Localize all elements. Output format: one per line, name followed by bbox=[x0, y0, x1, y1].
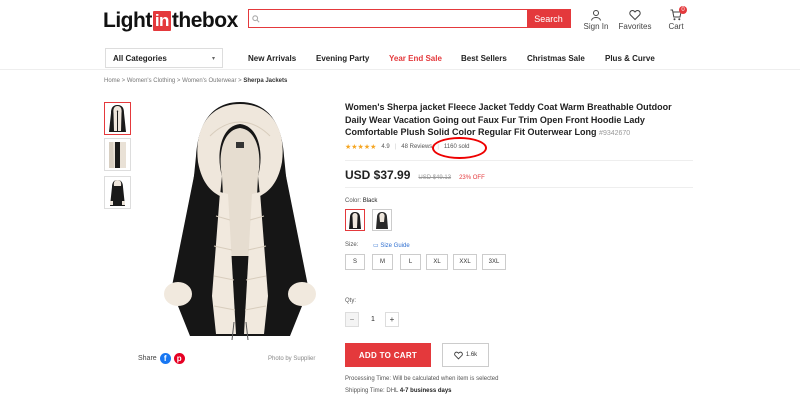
divider bbox=[345, 187, 693, 188]
user-icon bbox=[591, 10, 601, 21]
search-bar bbox=[248, 9, 571, 28]
all-categories-label: All Categories bbox=[113, 53, 167, 63]
size-option-3xl[interactable]: 3XL bbox=[482, 254, 506, 270]
facebook-icon[interactable]: f bbox=[159, 353, 171, 364]
breadcrumb-current: Sherpa Jackets bbox=[243, 78, 288, 84]
current-price: USD $37.99 bbox=[345, 168, 411, 182]
add-to-cart-button[interactable]: ADD TO CART bbox=[345, 343, 431, 367]
nav-year-end-sale[interactable]: Year End Sale bbox=[389, 54, 442, 63]
rating-stars-icon: ★★★★★ bbox=[345, 144, 377, 151]
rating-divider: | bbox=[394, 144, 397, 150]
main-product-image[interactable] bbox=[150, 96, 330, 346]
logo-text-in: in bbox=[152, 11, 171, 31]
color-label-row: Color: Black bbox=[345, 198, 377, 204]
ruler-icon: ▭ bbox=[373, 243, 379, 249]
coat-back-thumbnail-image bbox=[110, 180, 125, 206]
size-option-xxl[interactable]: XXL bbox=[453, 254, 477, 270]
processing-time-row: Processing Time: Will be calculated when… bbox=[345, 376, 498, 382]
heart-icon bbox=[629, 9, 641, 21]
divider bbox=[345, 160, 693, 161]
size-option-xl[interactable]: XL bbox=[426, 254, 448, 270]
color-swatch-black[interactable] bbox=[345, 209, 365, 231]
search-icon bbox=[249, 10, 263, 27]
logo-text-left: Light bbox=[103, 9, 152, 32]
thumbnail-2[interactable] bbox=[104, 138, 131, 171]
color-swatch-image bbox=[376, 212, 388, 229]
cart-label: Cart bbox=[668, 22, 684, 31]
coat-thumbnail-image bbox=[109, 105, 126, 132]
sign-in-label: Sign In bbox=[583, 22, 609, 31]
breadcrumb-sep: > bbox=[120, 78, 127, 84]
main-nav: All Categories ▾ New Arrivals Evening Pa… bbox=[0, 48, 800, 70]
product-title: Women's Sherpa jacket Fleece Jacket Tedd… bbox=[345, 101, 690, 141]
qty-decrease-button[interactable]: − bbox=[345, 312, 359, 327]
search-input[interactable] bbox=[263, 10, 570, 27]
size-guide-label: Size Guide bbox=[380, 243, 410, 249]
qty-input[interactable]: 1 bbox=[362, 312, 384, 327]
sign-in-button[interactable]: Sign In bbox=[576, 9, 616, 31]
qty-label: Qty: bbox=[345, 298, 357, 304]
original-price: USD $49.13 bbox=[418, 175, 452, 181]
favorites-label: Favorites bbox=[618, 22, 652, 31]
pinterest-icon[interactable]: p bbox=[173, 353, 185, 364]
size-option-l[interactable]: L bbox=[400, 254, 421, 270]
breadcrumb-womens-clothing[interactable]: Women's Clothing bbox=[127, 78, 175, 84]
cart-button[interactable]: 0 Cart bbox=[656, 6, 696, 31]
heart-icon bbox=[454, 351, 463, 360]
discount-badge: 23% OFF bbox=[459, 175, 485, 181]
favorites-button[interactable]: Favorites bbox=[615, 9, 655, 31]
share-row: Share f p bbox=[138, 353, 185, 364]
site-logo[interactable]: Light in thebox bbox=[103, 9, 238, 33]
nav-evening-party[interactable]: Evening Party bbox=[316, 54, 369, 63]
size-option-m[interactable]: M bbox=[372, 254, 393, 270]
size-guide-link[interactable]: ▭ Size Guide bbox=[373, 242, 410, 249]
chevron-down-icon: ▾ bbox=[211, 55, 215, 62]
nav-new-arrivals[interactable]: New Arrivals bbox=[248, 54, 296, 63]
cart-count-badge: 0 bbox=[679, 6, 687, 14]
breadcrumb-womens-outerwear[interactable]: Women's Outerwear bbox=[182, 78, 236, 84]
favorites-count: 1.6k bbox=[465, 352, 478, 358]
nav-best-sellers[interactable]: Best Sellers bbox=[461, 54, 507, 63]
thumbnail-1[interactable] bbox=[104, 102, 131, 135]
product-sku: #9342670 bbox=[599, 130, 631, 137]
thumbnail-3[interactable] bbox=[104, 176, 131, 209]
photo-credit: Photo by Supplier bbox=[268, 356, 316, 362]
share-label: Share bbox=[138, 355, 157, 362]
qty-increase-button[interactable]: + bbox=[385, 312, 399, 327]
nav-christmas-sale[interactable]: Christmas Sale bbox=[527, 54, 585, 63]
price-row: USD $37.99 USD $49.13 23% OFF bbox=[345, 168, 485, 182]
shipping-label: Shipping Time: bbox=[345, 388, 385, 394]
size-option-s[interactable]: S bbox=[345, 254, 365, 270]
shipping-time-row: Shipping Time: DHL 4-7 business days bbox=[345, 388, 452, 394]
color-swatch-image bbox=[349, 212, 361, 229]
rating-value: 4.9 bbox=[381, 144, 390, 150]
color-swatch-2[interactable] bbox=[372, 209, 392, 231]
color-value: Black bbox=[362, 198, 378, 204]
nav-plus-curve[interactable]: Plus & Curve bbox=[605, 54, 655, 63]
shipping-carrier: DHL bbox=[386, 388, 399, 394]
reviews-link[interactable]: 48 Reviews bbox=[401, 144, 432, 150]
all-categories-dropdown[interactable]: All Categories ▾ bbox=[105, 48, 223, 68]
coat-detail-thumbnail-image bbox=[109, 142, 126, 168]
add-to-favorites-button[interactable]: 1.6k bbox=[442, 343, 489, 367]
breadcrumb: Home > Women's Clothing > Women's Outerw… bbox=[104, 78, 287, 84]
search-button[interactable]: Search bbox=[527, 10, 570, 27]
color-label: Color: bbox=[345, 198, 362, 204]
coat-main-image bbox=[164, 102, 316, 341]
processing-label: Processing Time: bbox=[345, 376, 392, 382]
breadcrumb-home[interactable]: Home bbox=[104, 78, 120, 84]
shipping-value: 4-7 business days bbox=[399, 388, 452, 394]
size-label: Size: bbox=[345, 242, 359, 248]
logo-text-right: thebox bbox=[171, 9, 238, 32]
sold-annotation-circle bbox=[432, 137, 487, 159]
processing-value: Will be calculated when item is selected bbox=[392, 376, 499, 382]
